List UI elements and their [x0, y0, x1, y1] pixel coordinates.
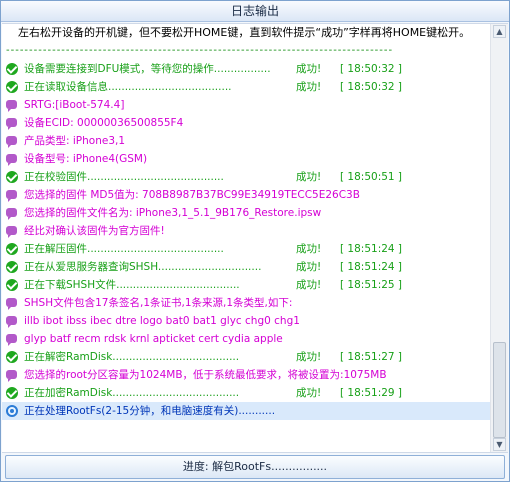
log-message: 设备型号: iPhone4(GSM) [24, 153, 148, 165]
log-timestamp: [ 18:51:27 ] [340, 351, 403, 363]
progress-status-bar: 进度: 解包RootFs................ [5, 455, 505, 479]
log-line: 正在读取设备信息................................… [2, 78, 490, 96]
log-timestamp: [ 18:50:32 ] [340, 63, 403, 75]
message-bubble-icon [6, 226, 17, 238]
log-line: SHSH文件包含17条签名,1条证书,1条来源,1条类型,如下: [2, 294, 490, 312]
log-status: 成功! [296, 261, 322, 273]
log-message: 经比对确认该固件为官方固件! [24, 225, 165, 237]
log-message: 正在加密RamDisk.............................… [24, 387, 240, 399]
log-status: 成功! [296, 279, 322, 291]
log-message: 您选择的固件文件名为: iPhone3,1_5.1_9B176_Restore.… [24, 207, 322, 219]
log-timestamp: [ 18:50:32 ] [340, 81, 403, 93]
log-line: 左右松开设备的开机键，但不要松开HOME键，直到软件提示“成功”字样再将HOME… [18, 26, 471, 39]
log-message: 正在解压固件..................................… [24, 243, 224, 255]
log-line: 正在解密RamDisk.............................… [2, 348, 490, 366]
log-line: 您选择的root分区容量为1024MB，低于系统最低要求，将被设置为:1075M… [2, 366, 490, 384]
message-bubble-icon [6, 316, 17, 328]
log-list: 左右松开设备的开机键，但不要松开HOME键，直到软件提示“成功”字样再将HOME… [2, 24, 490, 420]
message-bubble-icon [6, 370, 17, 382]
window-title: 日志输出 [1, 1, 509, 22]
log-line: 您选择的固件 MD5值为: 708B8987B37BC99E34919TECC5… [2, 186, 490, 204]
log-status: 成功! [296, 387, 322, 399]
log-line: 正在下载SHSH文件..............................… [2, 276, 490, 294]
scroll-up-arrow-icon[interactable]: ▲ [493, 25, 506, 38]
log-status: 成功! [296, 243, 322, 255]
log-timestamp: [ 18:50:51 ] [340, 171, 403, 183]
success-check-icon [6, 171, 18, 183]
success-check-icon [6, 243, 18, 255]
log-message: SHSH文件包含17条签名,1条证书,1条来源,1条类型,如下: [24, 297, 293, 309]
log-line: SRTG:[iBoot-574.4] [2, 96, 490, 114]
success-check-icon [6, 279, 18, 291]
log-status: 成功! [296, 351, 322, 363]
log-line: illb ibot ibss ibec dtre logo bat0 bat1 … [2, 312, 490, 330]
log-message: 设备需要连接到DFU模式，等待您的操作................. [24, 63, 271, 75]
success-check-icon [6, 387, 18, 399]
log-output-window: 日志输出 左右松开设备的开机键，但不要松开HOME键，直到软件提示“成功”字样再… [0, 0, 510, 482]
log-line: 正在解压固件..................................… [2, 240, 490, 258]
log-timestamp: [ 18:51:24 ] [340, 261, 403, 273]
log-line: 设备需要连接到DFU模式，等待您的操作................. 成功! [… [2, 60, 490, 78]
log-message: SRTG:[iBoot-574.4] [24, 99, 125, 111]
log-message: 您选择的root分区容量为1024MB，低于系统最低要求，将被设置为:1075M… [24, 369, 387, 381]
success-check-icon [6, 81, 18, 93]
in-progress-icon [6, 405, 18, 417]
scroll-down-arrow-icon[interactable]: ▼ [493, 438, 506, 451]
progress-label: 进度: 解包RootFs................ [182, 460, 328, 473]
log-message: 您选择的固件 MD5值为: 708B8987B37BC99E34919TECC5… [24, 189, 360, 201]
log-status: 成功! [296, 81, 322, 93]
log-message: 产品类型: iPhone3,1 [24, 135, 126, 147]
log-timestamp: [ 18:51:24 ] [340, 243, 403, 255]
scrollbar-thumb[interactable] [493, 342, 506, 438]
success-check-icon [6, 63, 18, 75]
log-line: 您选择的固件文件名为: iPhone3,1_5.1_9B176_Restore.… [2, 204, 490, 222]
log-message: 正在下载SHSH文件..............................… [24, 279, 240, 291]
log-line: 正在校验固件..................................… [2, 168, 490, 186]
log-line: 正在处理RootFs(2-15分钟，和电脑速度有关)........... [2, 402, 490, 420]
log-line: 正在从爱思服务器查询SHSH..........................… [2, 258, 490, 276]
log-status: 成功! [296, 63, 322, 75]
message-bubble-icon [6, 298, 17, 310]
message-bubble-icon [6, 100, 17, 112]
log-message: 设备ECID: 000000365008​55F4 [24, 117, 184, 129]
message-bubble-icon [6, 334, 17, 346]
log-line: ----------------------------------------… [6, 45, 394, 56]
log-line: 设备ECID: 000000365008​55F4 [2, 114, 490, 132]
log-message: 正在读取设备信息................................… [24, 81, 232, 93]
message-bubble-icon [6, 118, 17, 130]
log-message: 正在解密RamDisk.............................… [24, 351, 240, 363]
log-message: illb ibot ibss ibec dtre logo bat0 bat1 … [24, 315, 300, 327]
log-message: 正在校验固件..................................… [24, 171, 224, 183]
log-line: 正在加密RamDisk.............................… [2, 384, 490, 402]
vertical-scrollbar[interactable]: ▲ ▼ [490, 24, 508, 452]
log-panel[interactable]: 左右松开设备的开机键，但不要松开HOME键，直到软件提示“成功”字样再将HOME… [2, 23, 508, 453]
log-message: 正在从爱思服务器查询SHSH..........................… [24, 261, 262, 273]
log-timestamp: [ 18:51:29 ] [340, 387, 403, 399]
message-bubble-icon [6, 208, 17, 220]
message-bubble-icon [6, 136, 17, 148]
log-timestamp: [ 18:51:25 ] [340, 279, 403, 291]
log-message: glyp batf recm rdsk krnl apticket cert c… [24, 333, 283, 345]
log-line: 产品类型: iPhone3,1 [2, 132, 490, 150]
message-bubble-icon [6, 190, 17, 202]
success-check-icon [6, 351, 18, 363]
success-check-icon [6, 261, 18, 273]
log-line: glyp batf recm rdsk krnl apticket cert c… [2, 330, 490, 348]
log-line: 经比对确认该固件为官方固件! [2, 222, 490, 240]
message-bubble-icon [6, 154, 17, 166]
log-status: 成功! [296, 171, 322, 183]
log-line: 设备型号: iPhone4(GSM) [2, 150, 490, 168]
log-message: 正在处理RootFs(2-15分钟，和电脑速度有关)........... [24, 405, 276, 417]
